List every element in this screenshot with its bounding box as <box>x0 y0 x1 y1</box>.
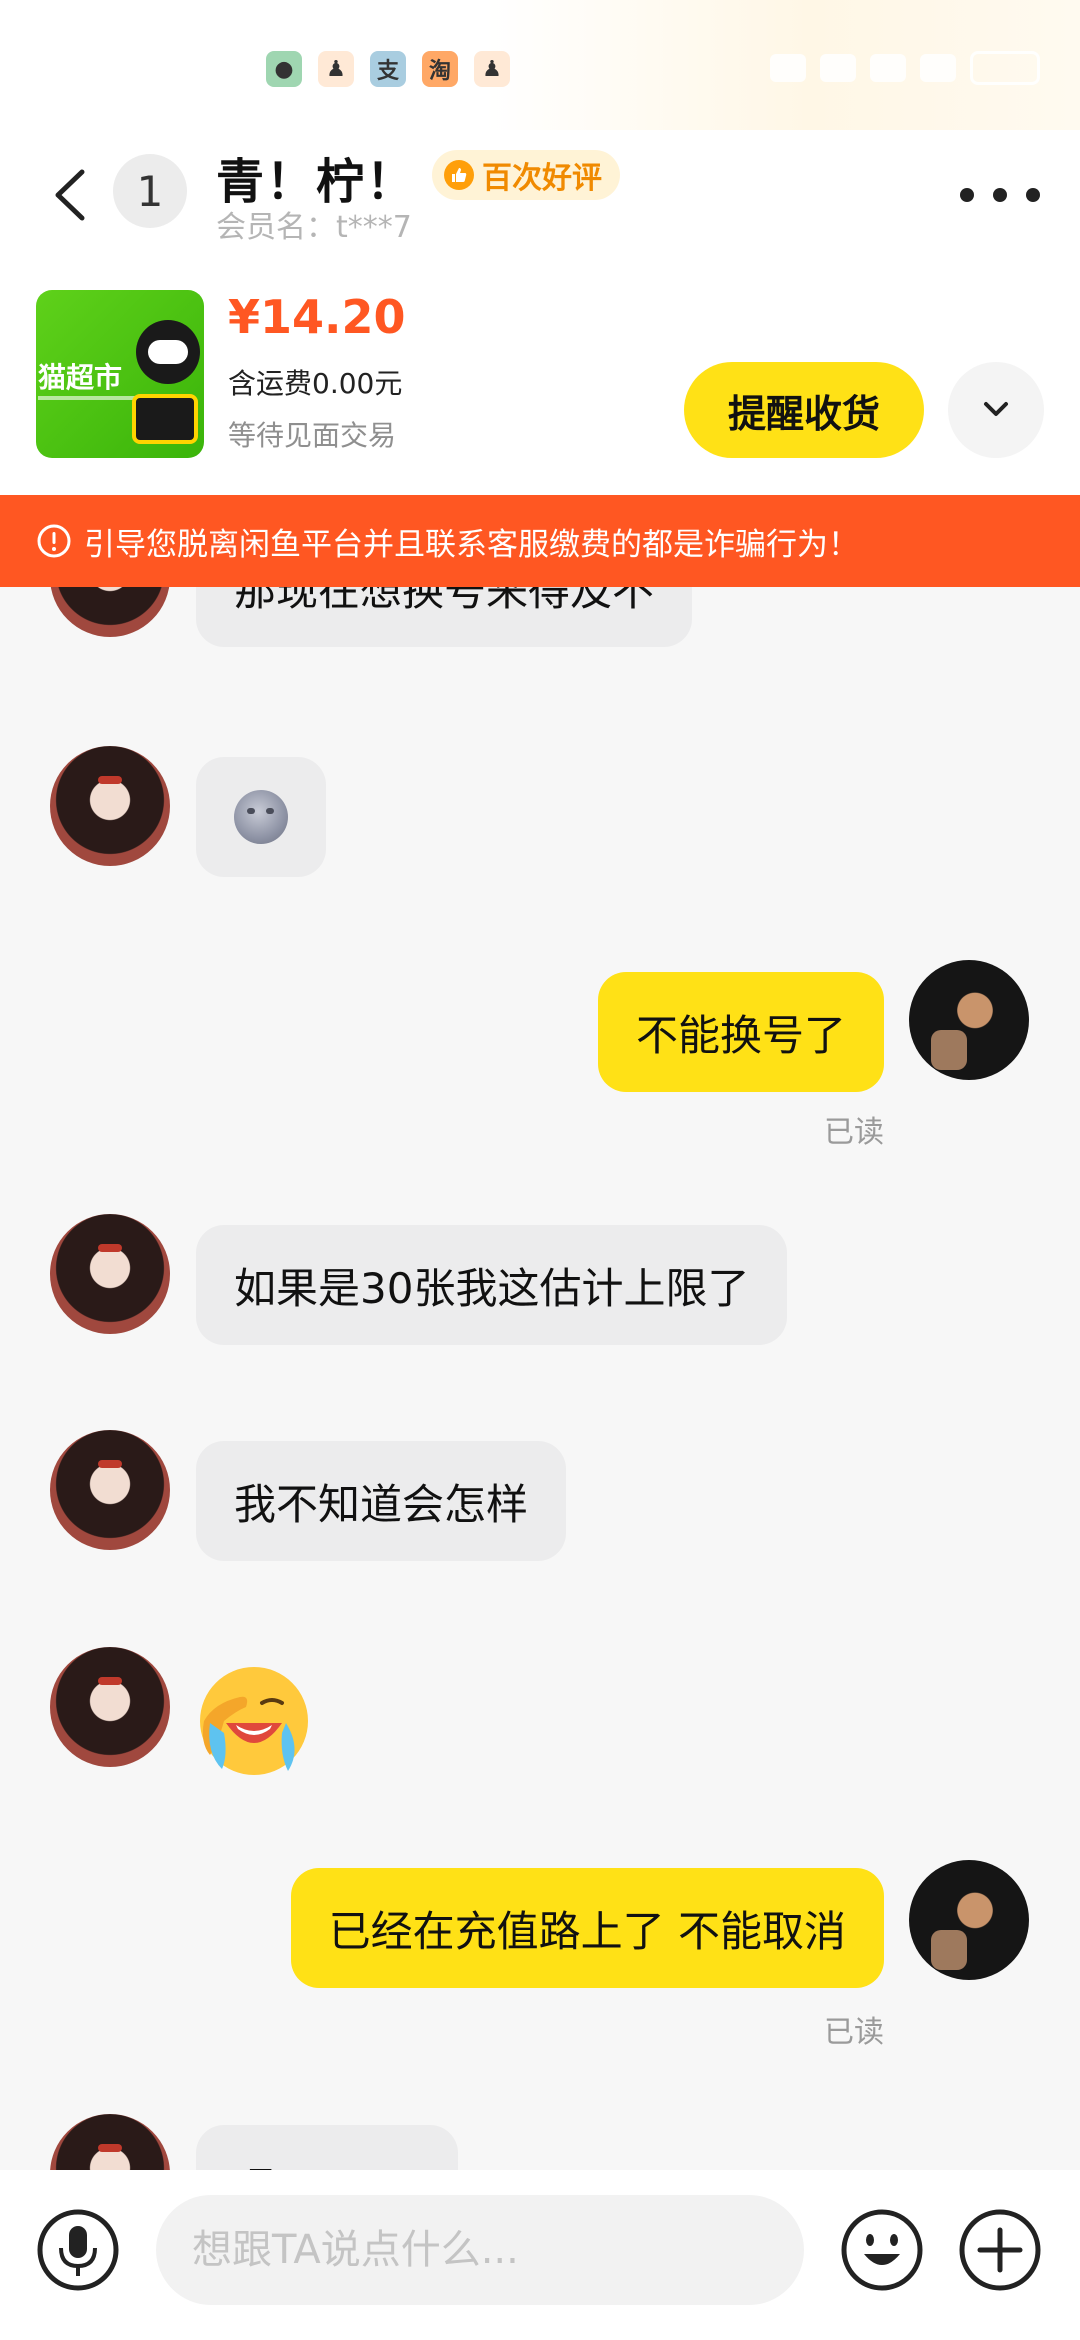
order-card[interactable]: 猫超市 ¥14.20 含运费0.00元 等待见面交易 提醒收货 <box>0 280 1080 495</box>
taobao-icon: 淘 <box>422 51 458 87</box>
battery-icon <box>970 51 1040 85</box>
unread-count-badge[interactable]: 1 <box>113 154 187 228</box>
thumbs-up-icon <box>444 160 474 190</box>
product-thumbnail-text: 猫超市 <box>38 361 123 394</box>
my-avatar[interactable] <box>909 960 1029 1080</box>
message-bubble-incoming[interactable]: 嗯 <box>196 2125 458 2170</box>
more-dot <box>1026 188 1040 202</box>
wifi-icon <box>920 54 956 82</box>
contact-avatar[interactable] <box>50 587 170 637</box>
qq-icon: ♟ <box>318 51 354 87</box>
contact-avatar[interactable] <box>50 1430 170 1550</box>
sim-icon <box>820 54 856 82</box>
shopping-cart-icon <box>132 394 198 444</box>
contact-avatar[interactable] <box>50 2114 170 2170</box>
back-button[interactable] <box>40 160 100 230</box>
wechat-icon: ● <box>266 51 302 87</box>
plus-icon[interactable] <box>958 2208 1042 2292</box>
expand-order-button[interactable] <box>948 362 1044 458</box>
shipping-fee: 含运费0.00元 <box>228 367 403 400</box>
signal-icon <box>870 54 906 82</box>
bluetooth-icon <box>770 54 806 82</box>
chat-header: 1 青！柠！ 会员名：t***7 百次好评 <box>0 130 1080 280</box>
qq-icon: ♟ <box>474 51 510 87</box>
fraud-warning-banner: 引导您脱离闲鱼平台并且联系客服缴费的都是诈骗行为！ <box>0 495 1080 587</box>
order-status: 等待见面交易 <box>228 419 397 452</box>
contact-avatar[interactable] <box>50 1214 170 1334</box>
message-input-bar <box>0 2170 1080 2340</box>
message-bubble-incoming[interactable]: 那现在想换号来得及不 <box>196 587 693 647</box>
rating-badge-label: 百次好评 <box>482 161 602 196</box>
contact-avatar[interactable] <box>50 746 170 866</box>
system-status-icons <box>600 50 1040 86</box>
message-bubble-incoming[interactable] <box>196 757 326 877</box>
chevron-left-icon <box>55 169 85 221</box>
chevron-down-icon <box>984 402 1008 416</box>
read-receipt: 已读 <box>824 2015 884 2050</box>
member-name-label: 会员名：t***7 <box>216 210 412 245</box>
more-horizontal-icon <box>960 188 974 202</box>
fraud-warning-text: 引导您脱离闲鱼平台并且联系客服缴费的都是诈骗行为！ <box>84 526 859 563</box>
message-bubble-outgoing[interactable]: 不能换号了 <box>597 972 884 1092</box>
crying-face-emoji-icon[interactable] <box>196 1663 312 1779</box>
chat-screen: ● ♟ 支 淘 ♟ 1 青！柠！ 会员名：t***7 百次好评 猫超市 ¥14.… <box>0 0 1080 2340</box>
read-receipt: 已读 <box>824 1115 884 1150</box>
message-bubble-incoming[interactable]: 如果是30张我这估计上限了 <box>196 1225 788 1345</box>
my-avatar[interactable] <box>909 1860 1029 1980</box>
moon-face-emoji-icon <box>234 790 288 844</box>
rating-badge[interactable]: 百次好评 <box>432 150 620 200</box>
alipay-icon: 支 <box>370 51 406 87</box>
remind-receipt-button[interactable]: 提醒收货 <box>684 362 924 458</box>
message-input[interactable] <box>156 2195 804 2305</box>
message-bubble-incoming[interactable]: 我不知道会怎样 <box>196 1441 567 1561</box>
status-bar: ● ♟ 支 淘 ♟ <box>0 0 1080 130</box>
contact-avatar[interactable] <box>50 1647 170 1767</box>
smiley-icon[interactable] <box>840 2208 924 2292</box>
more-options-button[interactable] <box>960 170 1040 220</box>
more-dot <box>993 188 1007 202</box>
message-bubble-outgoing[interactable]: 已经在充值路上了 不能取消 <box>290 1868 884 1988</box>
message-list[interactable]: 那现在想换号来得及不 不能换号了 已读 如果是30张我这估计上限了 我不知道会怎… <box>0 587 1080 2170</box>
alert-circle-icon <box>37 524 71 558</box>
product-thumbnail[interactable]: 猫超市 <box>36 290 204 458</box>
order-price: ¥14.20 <box>228 290 406 344</box>
microphone-icon[interactable] <box>36 2208 120 2292</box>
tmall-cat-face <box>148 340 188 364</box>
